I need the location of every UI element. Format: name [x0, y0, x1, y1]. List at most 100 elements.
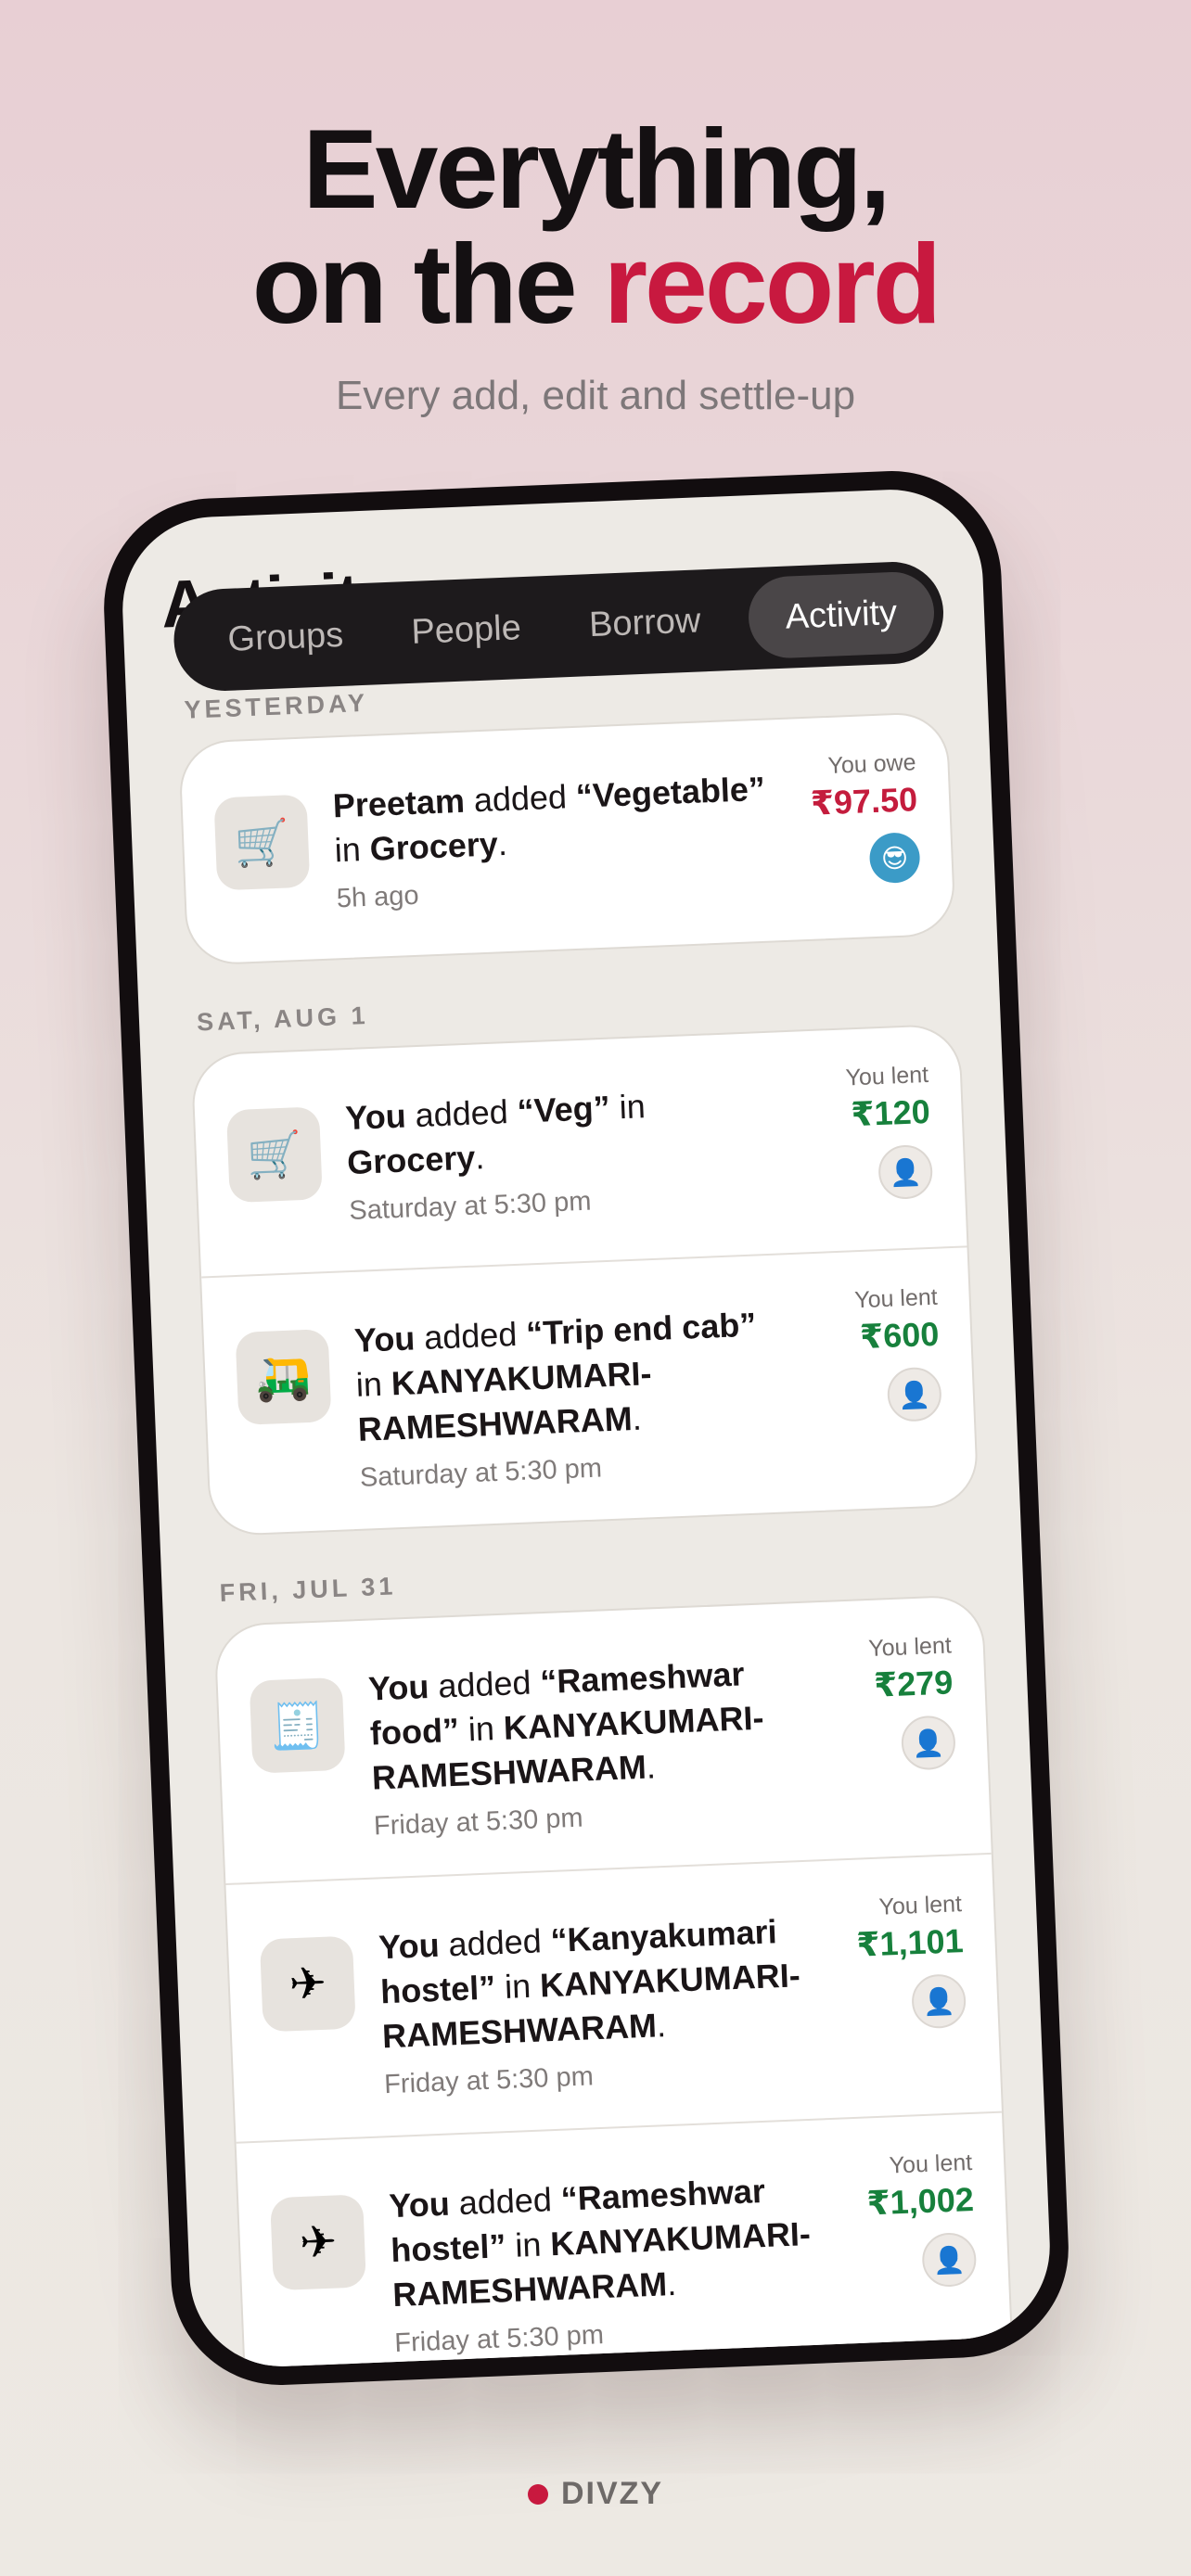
activity-row[interactable]: 🛒 Preetam added “Vegetable” in Grocery. … [180, 713, 954, 964]
amount-value: ₹120 [850, 1091, 931, 1134]
activity-prep: in [494, 1966, 541, 2007]
activity-description: You added “Rameshwar food” in KANYAKUMAR… [367, 1650, 808, 1801]
amount-box: You lent ₹279 👤 [812, 1632, 957, 1774]
activity-item: “Veg” [516, 1088, 611, 1130]
person-avatar: 👤 [910, 1973, 967, 2030]
brand-name: DIVZY [560, 2476, 664, 2511]
activity-row[interactable]: ✈ You added “Kanyakumari hostel” in KANY… [225, 1852, 1002, 2142]
amount-value: ₹1,002 [865, 2179, 975, 2223]
activity-prep: in [608, 1087, 647, 1127]
activity-row[interactable]: 🛺 You added “Trip end cab” in KANYAKUMAR… [201, 1245, 978, 1536]
activity-tail: . [474, 1138, 486, 1177]
activity-verb: added [428, 1663, 542, 1706]
activity-actor: Preetam [332, 781, 466, 825]
activity-text: You added “Rameshwar hostel” in KANYAKUM… [389, 2166, 831, 2359]
activity-tail: . [656, 2006, 667, 2045]
amount-box: You lent ₹1,101 👤 [822, 1891, 967, 2033]
activity-card: 🧾 You added “Rameshwar food” in KANYAKUM… [213, 1593, 1025, 2370]
cart-icon: 🛒 [213, 794, 311, 891]
amount-value: ₹600 [859, 1314, 941, 1357]
activity-prep: in [333, 829, 371, 870]
activity-time: Friday at 5:30 pm [393, 2320, 605, 2359]
amount-status: You lent [877, 1891, 963, 1920]
activity-text: Preetam added “Vegetable” in Grocery. 5h… [332, 767, 773, 915]
activity-verb: added [414, 1314, 528, 1358]
activity-text: You added “Veg” in Grocery. Saturday at … [344, 1078, 785, 1227]
hero: Everything, on the record Every add, edi… [0, 111, 1191, 419]
activity-row[interactable]: 🛒 You added “Veg” in Grocery. Saturday a… [193, 1026, 967, 1277]
activity-row[interactable]: 🧾 You added “Rameshwar food” in KANYAKUM… [215, 1596, 991, 1883]
amount-box: You owe ₹97.50 😎 [776, 749, 921, 887]
amount-value: ₹279 [873, 1663, 954, 1704]
activity-actor: You [353, 1319, 416, 1359]
headline: Everything, on the record [0, 111, 1191, 341]
amount-box: You lent ₹1,002 👤 [833, 2149, 978, 2291]
activity-time: Saturday at 5:30 pm [359, 1453, 603, 1493]
amount-status: You lent [889, 2149, 973, 2179]
amount-box: You lent ₹600 👤 [798, 1284, 942, 1426]
person-avatar: 👤 [900, 1715, 957, 1771]
tab-activity[interactable]: Activity [746, 570, 936, 660]
person-avatar: 👤 [886, 1366, 942, 1422]
activity-group: Grocery [346, 1138, 477, 1182]
amount-status: You lent [867, 1632, 953, 1662]
cart-icon: 🛒 [225, 1106, 323, 1204]
airplane-icon: ✈ [270, 2194, 366, 2291]
activity-actor: You [344, 1096, 407, 1138]
tab-borrow[interactable]: Borrow [568, 600, 722, 646]
activity-actor: You [388, 2184, 451, 2225]
airplane-icon: ✈ [259, 1935, 356, 2033]
activity-card: 🛒 Preetam added “Vegetable” in Grocery. … [177, 710, 956, 966]
tab-groups[interactable]: Groups [207, 614, 365, 660]
phone-frame: Activity Groups People Borrow Activity Y… [99, 466, 1073, 2390]
person-avatar: 👤 [921, 2231, 978, 2289]
brand-footer: DIVZY [0, 2476, 1191, 2512]
activity-description: You added “Kanyakumari hostel” in KANYAK… [378, 1908, 818, 2060]
subtitle: Every add, edit and settle-up [335, 373, 856, 418]
activity-description: You added “Veg” in Grocery. [344, 1078, 783, 1185]
activity-tail: . [631, 1398, 643, 1437]
phone-screen: Activity Groups People Borrow Activity Y… [119, 486, 1054, 2370]
activity-text: You added “Trip end cab” in KANYAKUMARI-… [353, 1301, 796, 1494]
activity-prep: in [355, 1364, 392, 1404]
activity-item: “Trip end cab” [525, 1305, 757, 1353]
activity-text: You added “Kanyakumari hostel” in KANYAK… [378, 1908, 820, 2101]
activity-description: You added “Rameshwar hostel” in KANYAKUM… [389, 2166, 829, 2317]
activity-prep: in [505, 2225, 552, 2265]
amount-value: ₹1,101 [855, 1921, 965, 1964]
activity-actor: You [367, 1667, 430, 1708]
activity-tail: . [666, 2264, 677, 2303]
activity-description: You added “Trip end cab” in KANYAKUMARI-… [353, 1301, 794, 1452]
amount-status: You lent [845, 1061, 929, 1091]
activity-verb: added [464, 776, 577, 820]
activity-text: You added “Rameshwar food” in KANYAKUMAR… [367, 1650, 810, 1843]
headline-accent: record [603, 221, 942, 347]
activity-row[interactable]: ✈ You added “Rameshwar hostel” in KANYAK… [236, 2111, 1013, 2370]
activity-item: “Vegetable” [575, 769, 766, 815]
person-avatar: 👤 [877, 1143, 934, 1201]
amount-status: You owe [826, 749, 917, 779]
headline-line-1: Everything, [302, 106, 890, 232]
activity-time: Friday at 5:30 pm [373, 1803, 584, 1842]
amount-box: You lent ₹120 👤 [789, 1062, 934, 1204]
amount-status: You lent [853, 1283, 939, 1314]
activity-actor: You [378, 1925, 441, 1967]
activity-verb: added [448, 2179, 562, 2223]
activity-list: YESTERDAY 🛒 Preetam added “Vegetable” in… [176, 662, 1026, 2370]
activity-verb: added [404, 1091, 519, 1135]
activity-time: Saturday at 5:30 pm [348, 1186, 592, 1227]
activity-time: Friday at 5:30 pm [383, 2061, 595, 2100]
activity-time: 5h ago [336, 880, 420, 914]
activity-tail: . [645, 1747, 657, 1786]
activity-group: Grocery [368, 824, 499, 868]
sunglasses-avatar: 😎 [868, 832, 921, 885]
brand-dot-icon [527, 2483, 548, 2505]
activity-description: Preetam added “Vegetable” in Grocery. [332, 767, 771, 874]
headline-line-2-prefix: on the [251, 221, 604, 347]
activity-card: 🛒 You added “Veg” in Grocery. Saturday a… [190, 1023, 980, 1537]
activity-group: KANYAKUMARI-RAMESHWARAM [357, 1354, 653, 1448]
activity-verb: added [438, 1921, 552, 1964]
activity-prep: in [458, 1708, 505, 1749]
tab-people[interactable]: People [391, 607, 543, 653]
activity-tail: . [496, 823, 508, 863]
